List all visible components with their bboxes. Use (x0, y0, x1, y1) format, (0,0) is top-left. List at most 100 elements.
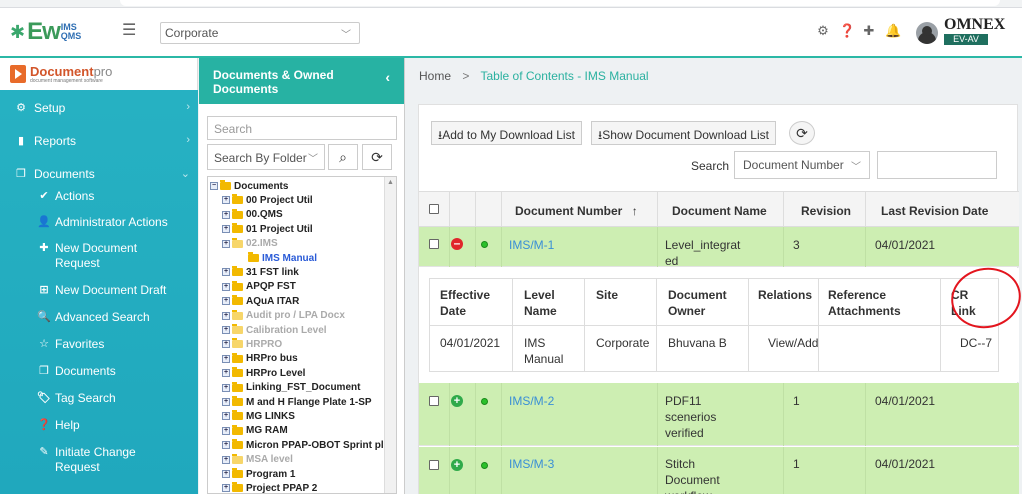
organization-select[interactable]: Corporate ﹀ (160, 22, 360, 44)
document-number-link[interactable]: IMS/M-1 (509, 237, 554, 253)
tree-node[interactable]: + MG RAM (222, 424, 288, 438)
tree-expand-icon[interactable]: + (222, 426, 230, 435)
tree-expand-icon[interactable]: + (222, 470, 230, 478)
header-document-name[interactable]: Document Name (672, 204, 767, 218)
tree-search-button[interactable]: ⌕ (328, 144, 358, 170)
nav-documents[interactable]: ❐ Documents ⌄ (0, 160, 198, 187)
nav-new-document-draft[interactable]: ⊞ New Document Draft (0, 277, 198, 304)
tree-node[interactable]: + M and H Flange Plate 1-SP (222, 395, 372, 409)
expand-row-icon[interactable]: + (451, 459, 463, 471)
nav-favorites[interactable]: ☆ Favorites (0, 331, 198, 358)
nav-documents-list[interactable]: ❐ Documents (0, 358, 198, 385)
tree-expand-icon[interactable]: + (222, 369, 230, 378)
tree-node[interactable]: IMS Manual (248, 251, 317, 265)
search-by-folder-select[interactable]: Search By Folder ﹀ (207, 144, 325, 170)
row-checkbox[interactable] (429, 239, 439, 249)
tree-node[interactable]: + Micron PPAP-OBOT Sprint pl (222, 438, 384, 452)
relations-view-add-link[interactable]: View/Add (768, 335, 818, 351)
tree-node[interactable]: + Linking_FST_Document (222, 381, 360, 395)
tree-expand-icon[interactable]: + (222, 210, 230, 219)
help-icon[interactable]: ❓ (839, 23, 855, 39)
tree-expand-icon[interactable]: + (222, 326, 230, 334)
tree-node[interactable]: + HRPRO (222, 337, 282, 351)
tree-refresh-button[interactable]: ⟳ (362, 144, 392, 170)
tree-node[interactable]: + AQuA ITAR (222, 294, 299, 308)
refresh-button[interactable]: ⟳ (789, 121, 815, 145)
tree-expand-icon[interactable]: + (222, 282, 230, 291)
tree-collapse-icon[interactable]: − (210, 182, 218, 190)
tree-expand-icon[interactable]: + (222, 268, 230, 277)
table-row[interactable]: + IMS/M-3 Stitch Document workflow 1 04/… (419, 447, 1019, 494)
status-dot-icon (481, 241, 488, 248)
tree-node[interactable]: + Audit pro / LPA Docx (222, 309, 345, 323)
address-bar[interactable] (120, 0, 1000, 6)
search-field-select[interactable]: Document Number ﹀ (734, 151, 870, 179)
gear-icon[interactable]: ⚙ (816, 23, 830, 39)
document-search-input[interactable] (877, 151, 997, 179)
add-to-download-list-button[interactable]: ⭳Add to My Download List (431, 121, 582, 145)
tree-node[interactable]: + Calibration Level (222, 323, 327, 337)
header-document-number[interactable]: Document Number ↑ (515, 204, 638, 218)
tree-expand-icon[interactable]: + (222, 441, 230, 450)
nav-new-document-request[interactable]: ✚ New Document Request (0, 236, 198, 277)
tree-node[interactable]: +02.IMS (222, 237, 278, 251)
hamburger-menu-icon[interactable]: ☰ (122, 20, 136, 40)
nav-setup[interactable]: ⚙ Setup › (0, 94, 198, 121)
collapse-row-icon[interactable]: – (451, 237, 463, 250)
breadcrumb-home[interactable]: Home (419, 69, 451, 83)
tree-node[interactable]: +00.QMS (222, 208, 283, 222)
tree-node[interactable]: +00 Project Util (222, 193, 313, 207)
row-checkbox[interactable] (429, 396, 439, 406)
tree-search-input[interactable]: Search (207, 116, 397, 140)
nav-initiate-change-request[interactable]: ✎ Initiate Change Request (0, 439, 198, 481)
tree-expand-icon[interactable]: + (222, 484, 230, 493)
tree-expand-icon[interactable]: + (222, 196, 230, 205)
folder-icon (232, 208, 243, 219)
table-row[interactable]: – IMS/M-1 Level_integrat ed 3 04/01/2021 (419, 227, 1019, 269)
plus-icon[interactable]: ✚ (862, 23, 876, 39)
header-last-revision-date[interactable]: Last Revision Date (881, 204, 988, 218)
tree-node[interactable]: + MSA level (222, 453, 293, 467)
nav-administrator-actions[interactable]: 👤 Administrator Actions (0, 209, 198, 236)
tree-expand-icon[interactable]: + (222, 340, 230, 349)
tree-node[interactable]: − Documents (210, 179, 288, 193)
tree-expand-icon[interactable]: + (222, 311, 230, 320)
row-checkbox[interactable] (429, 460, 439, 470)
tree-node[interactable]: +01 Project Util (222, 222, 313, 236)
header-revision[interactable]: Revision (801, 204, 851, 218)
user-avatar[interactable] (916, 22, 938, 44)
tree-expand-icon[interactable]: + (222, 239, 230, 248)
expand-row-icon[interactable]: + (451, 395, 463, 407)
tree-node[interactable]: +31 FST link (222, 265, 299, 279)
collapse-panel-icon[interactable]: ‹ (385, 70, 390, 84)
select-all-checkbox[interactable] (429, 204, 439, 214)
document-number-link[interactable]: IMS/M-3 (509, 456, 554, 472)
tree-node[interactable]: + Project PPAP 2 (222, 481, 317, 493)
tree-expand-icon[interactable]: + (222, 455, 230, 464)
tree-node[interactable]: + HRPro bus (222, 352, 298, 366)
tree-scrollbar[interactable] (384, 177, 396, 493)
bell-icon[interactable]: 🔔 (885, 23, 901, 39)
app-logo[interactable]: ✱ Ew IMS QMS (10, 18, 81, 46)
nav-tag-search[interactable]: 🏷 Tag Search (0, 385, 198, 412)
tree-node[interactable]: + MG LINKS (222, 409, 295, 423)
nav-reports[interactable]: ▮ Reports › (0, 127, 198, 154)
nav-advanced-search[interactable]: 🔍 Advanced Search (0, 304, 198, 331)
tree-expand-icon[interactable]: + (222, 383, 230, 392)
tree-expand-icon[interactable]: + (222, 297, 230, 306)
tree-node[interactable]: + APQP FST (222, 280, 296, 294)
tree-node[interactable]: + HRPro Level (222, 366, 305, 380)
document-name: Level_integrat ed (665, 237, 740, 269)
tree-node[interactable]: + Program 1 (222, 467, 295, 481)
show-download-list-button[interactable]: ⭳Show Document Download List (591, 121, 776, 145)
nav-help[interactable]: ❓ Help (0, 412, 198, 439)
tree-expand-icon[interactable]: + (222, 412, 230, 421)
cr-link[interactable]: DC--7 (960, 335, 992, 351)
tree-expand-icon[interactable]: + (222, 354, 230, 363)
nav-actions[interactable]: ✔ Actions (0, 187, 198, 209)
tree-expand-icon[interactable]: + (222, 398, 230, 406)
tree-expand-icon[interactable]: + (222, 225, 230, 234)
document-number-link[interactable]: IMS/M-2 (509, 393, 554, 409)
table-row[interactable]: + IMS/M-2 PDF11 scenerios verified 1 04/… (419, 383, 1019, 446)
brand-title: Document (30, 63, 94, 79)
